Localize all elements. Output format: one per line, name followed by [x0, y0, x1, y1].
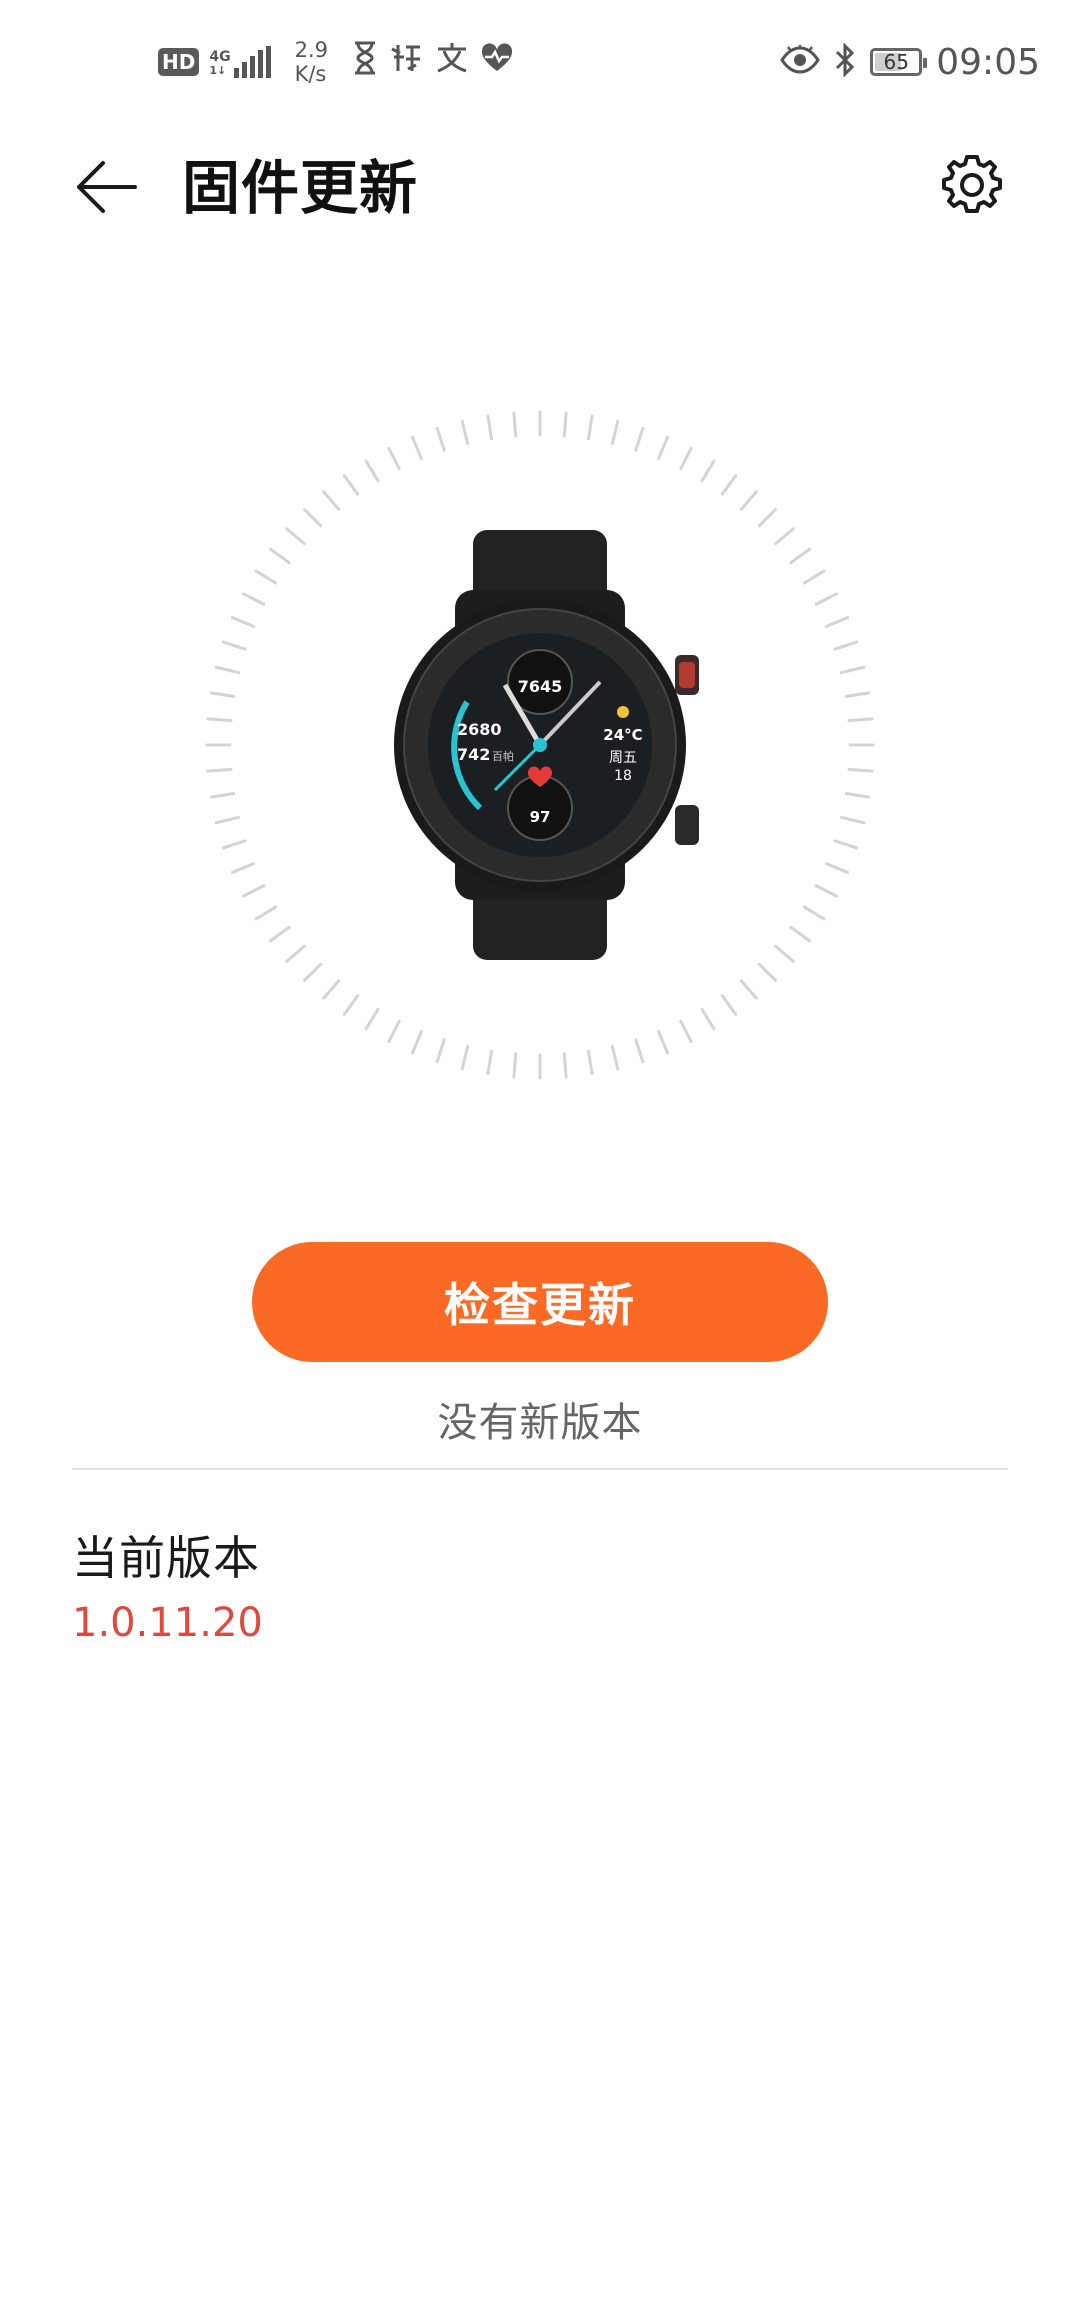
watch-date-text: 18	[614, 768, 632, 784]
battery-icon: 65	[870, 48, 928, 76]
section-divider	[72, 1468, 1008, 1470]
check-update-button[interactable]: 检查更新	[252, 1242, 828, 1362]
watch-distance-unit: 百帕	[492, 749, 514, 763]
network-sub-label: 1↓	[209, 64, 227, 77]
watch-weekday-text: 周五	[609, 750, 637, 766]
speed-value: 2.9	[294, 38, 328, 62]
status-bar-left: HD 4G 1↓ 2.9 K/s	[158, 38, 514, 86]
watch-distance-text: 742	[457, 745, 490, 764]
signal-icon	[233, 46, 271, 78]
back-button[interactable]	[72, 153, 140, 221]
sun-icon	[617, 706, 629, 718]
app-header: 固件更新	[0, 125, 1080, 245]
gear-icon	[942, 155, 1002, 213]
back-arrow-icon	[77, 161, 137, 213]
current-version-value: 1.0.11.20	[72, 1600, 263, 1646]
hourglass-icon	[352, 41, 378, 84]
smartwatch-image: 7645 2680 742 百帕 24°C 周五 18 97	[394, 530, 699, 960]
speed-unit: K/s	[294, 62, 327, 86]
status-time: 09:05	[936, 41, 1040, 83]
watch-calories-text: 2680	[457, 720, 502, 739]
app-calligraphy-icon	[388, 41, 424, 84]
network-label: 4G	[209, 49, 231, 65]
current-version-label: 当前版本	[72, 1531, 260, 1585]
settings-button[interactable]	[936, 149, 1008, 221]
app-wen-icon	[434, 41, 470, 84]
health-heart-icon	[480, 42, 514, 82]
page-title: 固件更新	[182, 154, 419, 222]
bluetooth-icon	[834, 42, 856, 81]
eye-comfort-icon	[780, 45, 821, 79]
watch-heart-rate-text: 97	[530, 808, 551, 826]
watch-temp-text: 24°C	[603, 726, 642, 744]
status-bar-right: 65 09:05	[780, 38, 1040, 86]
watch-crown-bottom	[675, 805, 699, 845]
status-bar: HD 4G 1↓ 2.9 K/s 65 09:05	[0, 0, 1080, 125]
device-hero: 7645 2680 742 百帕 24°C 周五 18 97	[205, 410, 875, 1080]
battery-level: 65	[883, 50, 909, 74]
network-speed: 2.9 K/s	[295, 38, 328, 86]
watch-steps-text: 7645	[518, 677, 563, 696]
hd-badge: HD	[158, 48, 200, 76]
network-indicator: 4G 1↓	[209, 46, 271, 78]
update-status-text: 没有新版本	[437, 1400, 643, 1446]
